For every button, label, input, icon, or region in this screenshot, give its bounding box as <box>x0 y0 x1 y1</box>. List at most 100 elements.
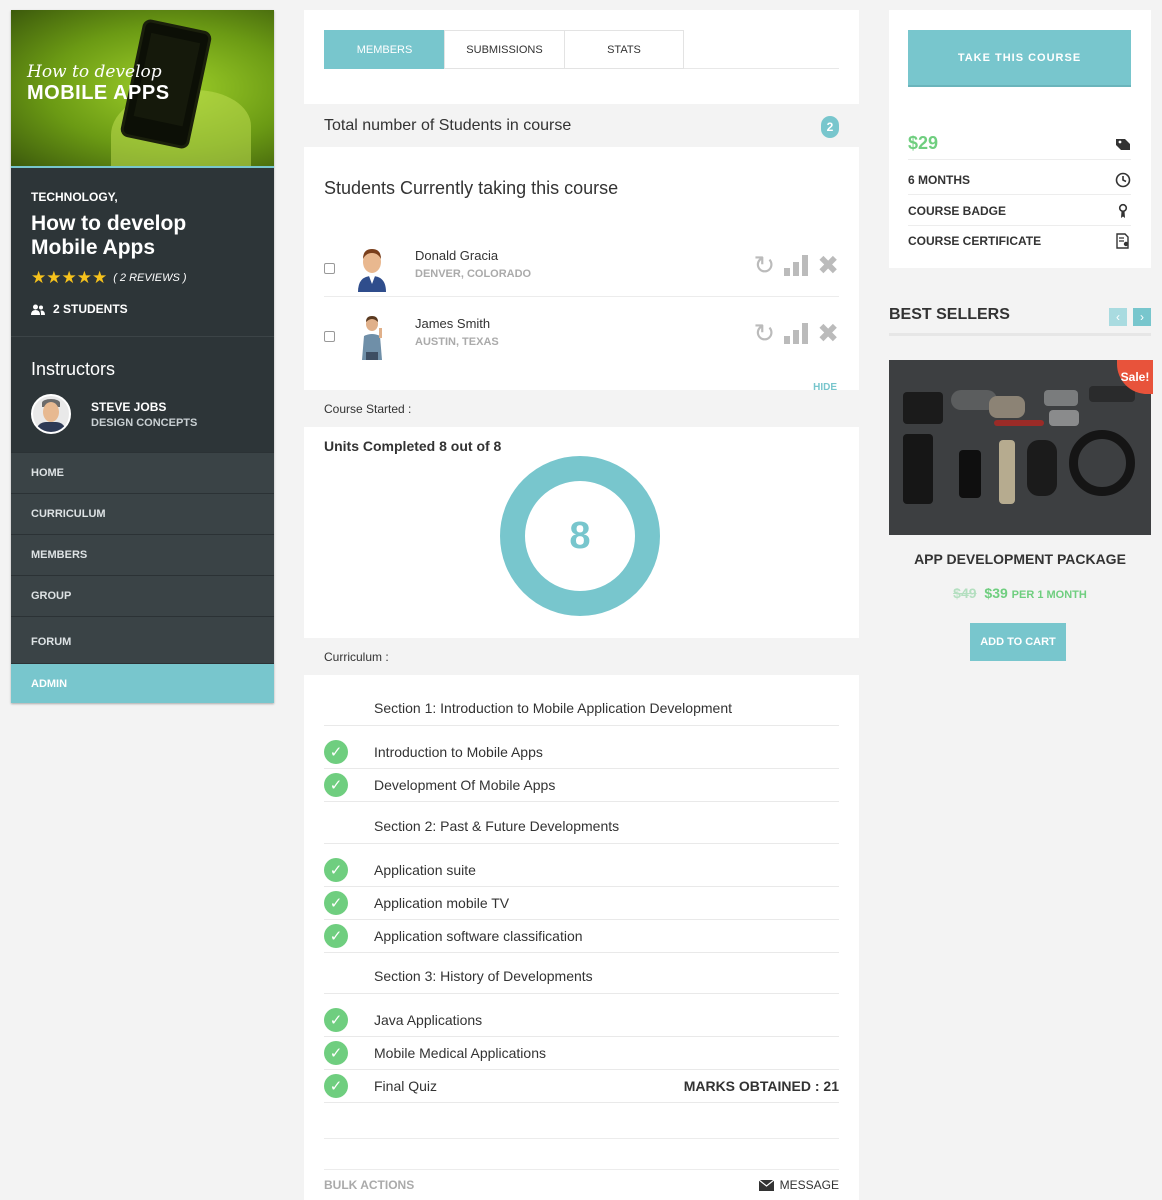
reset-icon[interactable]: ↻ <box>753 320 775 346</box>
curriculum-unit[interactable]: ✓ Introduction to Mobile Apps <box>324 736 839 769</box>
stats-icon[interactable] <box>783 322 809 344</box>
students-subheading: Students Currently taking this course <box>324 178 619 198</box>
tab-submissions[interactable]: SUBMISSIONS <box>444 30 564 69</box>
unit-label[interactable]: Mobile Medical Applications <box>374 1045 546 1061</box>
unit-label[interactable]: Final Quiz <box>374 1078 437 1094</box>
total-students-bar: Total number of Students in course 2 <box>304 104 859 147</box>
unit-label[interactable]: Application software classification <box>374 928 583 944</box>
bulk-actions[interactable]: BULK ACTIONS <box>324 1178 414 1192</box>
price-period: PER 1 MONTH <box>1011 589 1087 601</box>
nav-forum[interactable]: FORUM <box>11 616 274 663</box>
student-name[interactable]: Donald Gracia <box>415 248 498 263</box>
unit-label[interactable]: Introduction to Mobile Apps <box>374 744 543 760</box>
admin-panel: MEMBERS SUBMISSIONS STATS Total number o… <box>304 10 859 1200</box>
stats-icon[interactable] <box>783 254 809 276</box>
check-icon: ✓ <box>324 891 348 915</box>
message-button[interactable]: MESSAGE <box>758 1178 839 1192</box>
remove-icon[interactable]: ✖ <box>817 320 839 346</box>
instructor-name[interactable]: STEVE JOBS <box>91 400 197 414</box>
nav-members[interactable]: MEMBERS <box>11 534 274 575</box>
total-students-label: Total number of Students in course <box>324 116 572 134</box>
image-line-2: MOBILE APPS <box>27 82 170 104</box>
progress-value: 8 <box>569 514 591 557</box>
student-name[interactable]: James Smith <box>415 316 490 331</box>
course-started-label: Course Started : <box>324 401 412 416</box>
curriculum-unit[interactable]: ✓ Java Applications <box>324 1004 839 1037</box>
curriculum-unit[interactable]: ✓ Application software classification <box>324 920 839 953</box>
clock-icon <box>1115 172 1131 187</box>
remove-icon[interactable]: ✖ <box>817 252 839 278</box>
curriculum-unit[interactable]: ✓ Final Quiz MARKS OBTAINED : 21 <box>324 1070 839 1103</box>
curriculum-unit[interactable]: ✓ Application suite <box>324 854 839 887</box>
badge-icon <box>1118 203 1128 218</box>
instructors-section: Instructors STEVE JOBS DESIGN CONCEPTS <box>11 337 274 452</box>
check-icon: ✓ <box>324 1041 348 1065</box>
check-icon: ✓ <box>324 740 348 764</box>
student-avatar[interactable] <box>354 244 390 292</box>
student-row: Donald Gracia DENVER, COLORADO ↻ ✖ <box>324 238 839 300</box>
product-name[interactable]: APP DEVELOPMENT PACKAGE <box>889 551 1151 567</box>
instructor[interactable]: STEVE JOBS DESIGN CONCEPTS <box>31 394 254 434</box>
nav-group[interactable]: GROUP <box>11 575 274 616</box>
divider <box>324 1169 839 1170</box>
admin-tabs: MEMBERS SUBMISSIONS STATS <box>324 30 839 69</box>
course-nav: HOME CURRICULUM MEMBERS GROUP FORUM ADMI… <box>11 452 274 703</box>
course-price: $29 <box>908 133 939 153</box>
prev-arrow-icon[interactable]: ‹ <box>1109 308 1127 326</box>
nav-curriculum[interactable]: CURRICULUM <box>11 493 274 534</box>
image-line-1: How to develop <box>27 62 162 82</box>
check-icon: ✓ <box>324 1074 348 1098</box>
total-students-badge: 2 <box>821 116 839 138</box>
student-avatar[interactable] <box>354 312 390 360</box>
course-started-bar: Course Started : <box>304 390 859 427</box>
curriculum-unit[interactable]: ✓ Mobile Medical Applications <box>324 1037 839 1070</box>
curriculum-section: Section 2: Past & Future Developments <box>324 808 839 844</box>
pricing-box: TAKE THIS COURSE $29 6 MONTHS COURSE BAD… <box>889 10 1151 268</box>
users-icon <box>31 304 45 315</box>
reset-icon[interactable]: ↻ <box>753 252 775 278</box>
nav-admin[interactable]: ADMIN <box>11 663 274 703</box>
student-actions: ↻ ✖ <box>753 320 839 346</box>
curriculum-bar: Curriculum : <box>304 638 859 675</box>
badge-label: COURSE BADGE <box>908 203 1007 218</box>
next-arrow-icon[interactable]: › <box>1133 308 1151 326</box>
nav-home[interactable]: HOME <box>11 452 274 493</box>
students-label: 2 STUDENTS <box>53 302 128 316</box>
course-rating: ★★★★★ ( 2 REVIEWS ) <box>31 268 254 288</box>
unit-label[interactable]: Application suite <box>374 862 476 878</box>
reviews-count[interactable]: ( 2 REVIEWS ) <box>113 272 186 284</box>
curriculum-section: Section 3: History of Developments <box>324 958 839 994</box>
course-category[interactable]: TECHNOLOGY, <box>31 190 254 204</box>
tab-members[interactable]: MEMBERS <box>324 30 444 69</box>
student-checkbox[interactable] <box>324 331 335 342</box>
price-tag-icon <box>1116 138 1130 150</box>
curriculum-unit[interactable]: ✓ Application mobile TV <box>324 887 839 920</box>
instructor-role: DESIGN CONCEPTS <box>91 416 198 429</box>
certificate-label: COURSE CERTIFICATE <box>908 234 1042 248</box>
product-price: $49 $39 PER 1 MONTH <box>889 585 1151 601</box>
unit-label[interactable]: Application mobile TV <box>374 895 509 911</box>
check-icon: ✓ <box>324 924 348 948</box>
instructors-heading: Instructors <box>31 359 116 379</box>
message-label: MESSAGE <box>779 1178 839 1192</box>
course-image-text: How to develop MOBILE APPS <box>27 62 170 105</box>
course-sidebar: How to develop MOBILE APPS TECHNOLOGY, H… <box>11 10 274 703</box>
section-label: Section 2: Past & Future Developments <box>374 817 620 834</box>
unit-label[interactable]: Java Applications <box>374 1012 482 1028</box>
best-sellers-title: BEST SELLERS <box>889 306 1010 323</box>
badge-row: COURSE BADGE <box>908 196 1131 226</box>
unit-label[interactable]: Development Of Mobile Apps <box>374 777 555 793</box>
course-image[interactable]: How to develop MOBILE APPS <box>11 10 274 168</box>
product-image[interactable] <box>889 360 1151 535</box>
curriculum-unit[interactable]: ✓ Development Of Mobile Apps <box>324 769 839 802</box>
star-rating-icon: ★★★★★ <box>31 268 108 287</box>
units-completed: Units Completed 8 out of 8 <box>324 438 502 454</box>
student-checkbox[interactable] <box>324 263 335 274</box>
curriculum-label: Curriculum : <box>324 649 389 664</box>
add-to-cart-button[interactable]: ADD TO CART <box>970 623 1066 661</box>
instructor-avatar[interactable] <box>31 394 71 434</box>
tab-stats[interactable]: STATS <box>564 30 684 69</box>
students-count: 2 STUDENTS <box>31 302 254 316</box>
take-course-button[interactable]: TAKE THIS COURSE <box>908 30 1131 87</box>
section-label: Section 1: Introduction to Mobile Applic… <box>374 699 732 716</box>
